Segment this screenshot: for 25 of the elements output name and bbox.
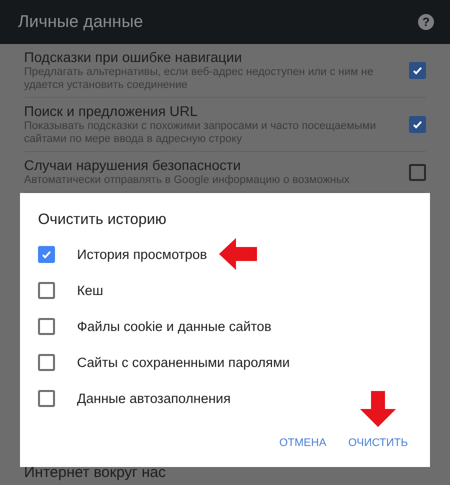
screen-title: Личные данные: [18, 12, 144, 32]
check-icon: [412, 65, 423, 76]
checkbox[interactable]: [38, 318, 55, 334]
checkbox[interactable]: [409, 164, 426, 180]
check-icon: [41, 248, 52, 260]
checkbox[interactable]: [38, 282, 55, 298]
check-icon: [412, 119, 423, 130]
option-label[interactable]: История просмотров: [77, 246, 208, 262]
checkbox[interactable]: [409, 62, 426, 79]
option-label[interactable]: Кеш: [77, 282, 104, 298]
option-label[interactable]: Файлы cookie и данные сайтов: [77, 318, 272, 334]
setting-title: Подсказки при ошибке навигации: [24, 49, 243, 65]
checkbox[interactable]: [38, 354, 55, 370]
dialog-title: Очистить историю: [38, 211, 168, 228]
dialog-button[interactable]: ОТМЕНА: [275, 433, 330, 453]
checkbox[interactable]: [409, 116, 426, 133]
dialog-button[interactable]: ОЧИСТИТЬ: [344, 433, 412, 453]
setting-title: Случаи нарушения безопасности: [24, 157, 242, 173]
setting-title: Поиск и предложения URL: [24, 103, 199, 119]
option-label[interactable]: Сайты с сохраненными паролями: [77, 354, 290, 370]
help-icon[interactable]: ?: [418, 14, 434, 30]
setting-title: Интернет вокруг нас: [24, 464, 167, 481]
checkbox[interactable]: [38, 246, 55, 262]
checkbox[interactable]: [38, 390, 55, 406]
option-label[interactable]: Данные автозаполнения: [77, 390, 231, 406]
